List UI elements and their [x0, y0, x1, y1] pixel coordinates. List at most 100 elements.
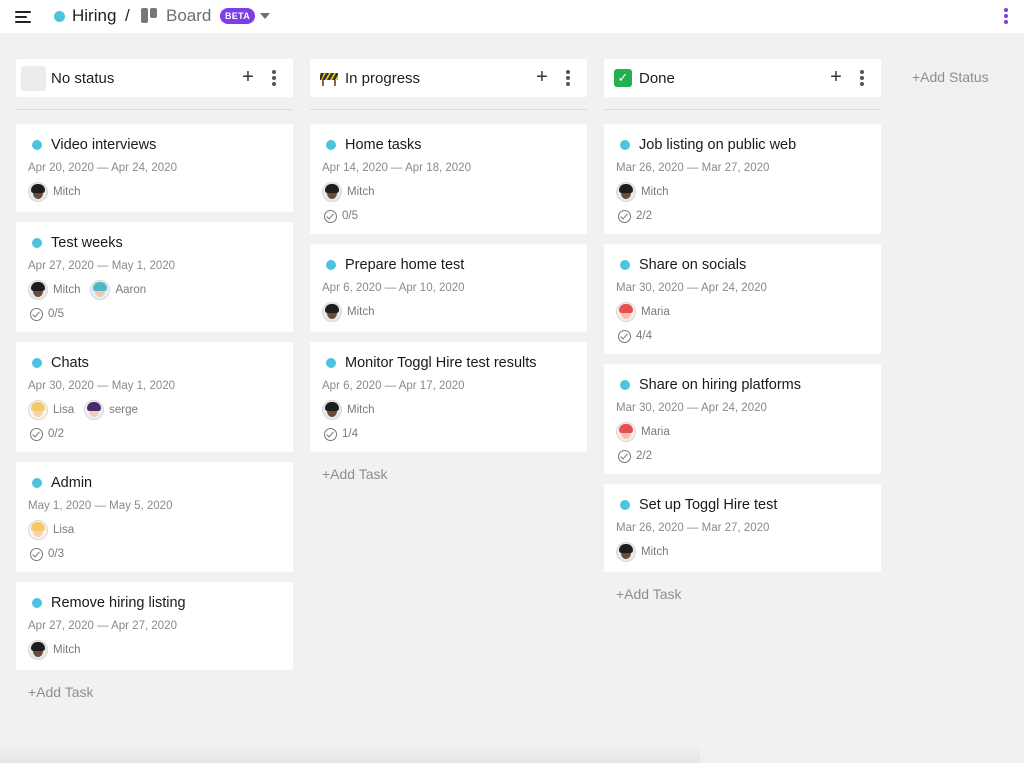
assignee[interactable]: Mitch	[322, 400, 374, 420]
card-title-row: Remove hiring listing	[28, 594, 281, 612]
task-color-dot	[32, 358, 42, 368]
task-card[interactable]: Set up Toggl Hire test Mar 26, 2020 — Mar…	[604, 484, 881, 572]
construction-icon	[320, 70, 338, 86]
task-card[interactable]: Share on socials Mar 30, 2020 — Apr 24, 2…	[604, 244, 881, 354]
column-divider	[310, 109, 587, 110]
column-done: ✓ Done + Job listing on public web Mar 26…	[604, 59, 881, 602]
avatar	[322, 400, 342, 420]
assignee[interactable]: Mitch	[28, 640, 80, 660]
add-status-button[interactable]: +Add Status	[912, 69, 989, 85]
checklist-progress: 0/5	[322, 208, 575, 224]
assignee[interactable]: Mitch	[322, 302, 374, 322]
task-card[interactable]: Home tasks Apr 14, 2020 — Apr 18, 2020 Mit…	[310, 124, 587, 234]
card-title-row: Prepare home test	[322, 256, 575, 274]
assignee[interactable]: Mitch	[616, 182, 668, 202]
task-dates: Apr 6, 2020 — Apr 10, 2020	[322, 282, 465, 294]
task-color-dot	[326, 140, 336, 150]
task-card[interactable]: Admin May 1, 2020 — May 5, 2020 Lisa 0/3	[16, 462, 293, 572]
add-task-icon[interactable]: +	[534, 66, 550, 88]
checklist-icon	[30, 547, 43, 561]
menu-icon[interactable]	[15, 10, 33, 24]
task-title: Home tasks	[345, 137, 422, 153]
assignee-name: Mitch	[347, 404, 375, 416]
assignee-name: Maria	[641, 306, 670, 318]
add-task-icon[interactable]: +	[828, 66, 844, 88]
card-title-row: Set up Toggl Hire test	[616, 496, 869, 514]
assignee-list: Lisa serge	[28, 400, 281, 420]
avatar	[90, 280, 111, 300]
task-card[interactable]: Chats Apr 30, 2020 — May 1, 2020 Lisa serge…	[16, 342, 293, 452]
column-header: In progress +	[310, 59, 587, 97]
add-task-button[interactable]: +Add Task	[28, 684, 94, 700]
card-title-row: Share on socials	[616, 256, 869, 274]
bottom-shadow	[0, 745, 700, 763]
task-card[interactable]: Job listing on public web Mar 26, 2020 — …	[604, 124, 881, 234]
assignee[interactable]: Mitch	[28, 182, 80, 202]
task-color-dot	[620, 500, 630, 510]
assignee[interactable]: Lisa	[28, 520, 74, 540]
task-dates: Apr 6, 2020 — Apr 17, 2020	[322, 380, 465, 392]
column-header: No status +	[16, 59, 293, 97]
task-dates: Apr 14, 2020 — Apr 18, 2020	[322, 162, 471, 174]
checklist-icon	[618, 449, 631, 463]
card-title-row: Chats	[28, 354, 281, 372]
column-more-icon[interactable]	[271, 70, 277, 86]
task-color-dot	[32, 478, 42, 488]
task-dates: Apr 27, 2020 — Apr 27, 2020	[28, 620, 177, 632]
more-options-icon[interactable]	[1003, 8, 1009, 25]
assignee-list: Mitch	[616, 542, 869, 562]
assignee-list: Mitch	[28, 182, 281, 202]
avatar	[28, 520, 48, 540]
assignee-list: Mitch Aaron	[28, 280, 281, 300]
task-card[interactable]: Remove hiring listing Apr 27, 2020 — Apr …	[16, 582, 293, 670]
task-card[interactable]: Prepare home test Apr 6, 2020 — Apr 10, 2…	[310, 244, 587, 332]
breadcrumb-separator: /	[125, 6, 130, 25]
task-title: Prepare home test	[345, 257, 465, 273]
assignee[interactable]: Maria	[616, 302, 670, 322]
add-task-button[interactable]: +Add Task	[616, 586, 682, 602]
task-title: Share on socials	[639, 257, 747, 273]
assignee-name: Mitch	[53, 644, 81, 656]
avatar	[616, 422, 636, 442]
card-list: Job listing on public web Mar 26, 2020 — …	[604, 124, 881, 604]
assignee-list: Mitch	[322, 302, 575, 322]
task-dates: May 1, 2020 — May 5, 2020	[28, 500, 173, 512]
task-card[interactable]: Monitor Toggl Hire test results Apr 6, 20…	[310, 342, 587, 452]
column-more-icon[interactable]	[565, 70, 571, 86]
task-dates: Mar 30, 2020 — Apr 24, 2020	[616, 282, 767, 294]
card-title-row: Monitor Toggl Hire test results	[322, 354, 575, 372]
task-color-dot	[32, 238, 42, 248]
assignee[interactable]: Aaron	[90, 280, 146, 300]
assignee[interactable]: Mitch	[322, 182, 374, 202]
checklist-count: 0/5	[48, 308, 64, 320]
task-dates: Apr 27, 2020 — May 1, 2020	[28, 260, 176, 272]
chevron-down-icon[interactable]	[260, 13, 270, 19]
avatar	[616, 182, 636, 202]
assignee-name: Lisa	[53, 524, 75, 536]
breadcrumb-view[interactable]: Board	[166, 6, 211, 26]
checklist-count: 2/2	[636, 450, 652, 462]
breadcrumb-project[interactable]: Hiring	[72, 6, 116, 26]
add-task-icon[interactable]: +	[240, 66, 256, 88]
assignee[interactable]: Lisa	[28, 400, 74, 420]
add-task-button[interactable]: +Add Task	[322, 466, 388, 482]
column-more-icon[interactable]	[859, 70, 865, 86]
assignee[interactable]: serge	[84, 400, 138, 420]
task-card[interactable]: Test weeks Apr 27, 2020 — May 1, 2020 Mitc…	[16, 222, 293, 332]
card-title-row: Video interviews	[28, 136, 281, 154]
task-card[interactable]: Video interviews Apr 20, 2020 — Apr 24, 2…	[16, 124, 293, 212]
task-dates: Apr 30, 2020 — May 1, 2020	[28, 380, 176, 392]
checklist-count: 0/5	[342, 210, 358, 222]
column-title: Done	[639, 70, 675, 87]
column-title: In progress	[345, 70, 421, 87]
assignee[interactable]: Maria	[616, 422, 670, 442]
card-title-row: Job listing on public web	[616, 136, 869, 154]
assignee-name: Mitch	[347, 186, 375, 198]
assignee[interactable]: Mitch	[28, 280, 80, 300]
task-dates: Mar 30, 2020 — Apr 24, 2020	[616, 402, 767, 414]
avatar	[28, 400, 48, 420]
checklist-icon	[324, 209, 337, 223]
assignee[interactable]: Mitch	[616, 542, 668, 562]
task-card[interactable]: Share on hiring platforms Mar 30, 2020 — …	[604, 364, 881, 474]
task-title: Remove hiring listing	[51, 595, 186, 611]
